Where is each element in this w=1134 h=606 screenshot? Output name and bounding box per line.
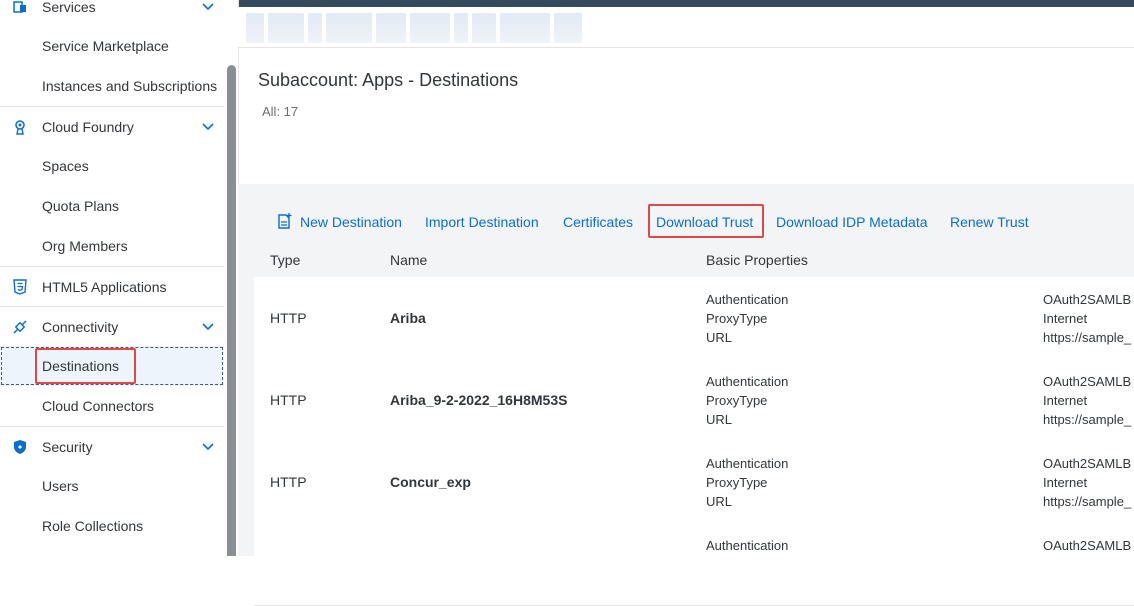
side-navigation: Services Service Marketplace Instances a… [0,0,239,556]
sidebar-item-label: Quota Plans [42,198,120,214]
new-destination-button[interactable]: New Destination [300,214,402,230]
prop-label: ProxyType [706,475,768,490]
row-name[interactable]: Concur_exp [390,474,471,490]
sidebar-item-quota-plans[interactable]: Quota Plans [0,186,224,226]
sidebar-item-connectivity[interactable]: Connectivity [0,306,224,346]
sidebar-item-label: Security [42,439,93,455]
connectivity-icon [13,320,27,334]
renew-trust-button[interactable]: Renew Trust [950,214,1029,230]
prop-label: URL [706,412,733,427]
prop-value: OAuth2SAMLB [1043,292,1132,307]
row-property-values: OAuth2SAMLB [1043,536,1131,555]
column-header-name[interactable]: Name [390,252,427,268]
prop-value: https://sample_ [1043,330,1132,345]
row-property-labels: Authentication ProxyType URL [706,372,788,429]
cloud-foundry-icon [15,120,25,135]
row-type: HTTP [270,310,307,326]
breadcrumb [238,7,1134,48]
row-type: HTTP [270,474,307,490]
download-idp-metadata-button[interactable]: Download IDP Metadata [776,214,928,230]
prop-label: URL [706,494,733,509]
sidebar-item-instances-subscriptions[interactable]: Instances and Subscriptions [0,66,224,106]
row-property-values: OAuth2SAMLB Internet https://sample_ [1043,454,1131,511]
row-property-labels: Authentication [706,536,788,555]
prop-label: ProxyType [706,311,768,326]
sidebar-item-label: Role Collections [42,518,144,534]
table-row[interactable]: HTTP Ariba Authentication ProxyType URL … [254,277,1134,360]
column-header-type[interactable]: Type [270,252,300,268]
sidebar-item-role-collections[interactable]: Role Collections [0,506,224,546]
new-destination-icon[interactable] [276,213,293,230]
prop-value: Internet [1043,393,1088,408]
sidebar-item-label: Service Marketplace [42,38,169,54]
sidebar-item-html5-applications[interactable]: HTML5 Applications [0,266,224,306]
sidebar-item-security[interactable]: Security [0,426,224,466]
chevron-down-icon[interactable] [201,320,215,334]
page-title: Subaccount: Apps - Destinations [258,70,519,90]
row-name[interactable]: Ariba_9-2-2022_16H8M53S [390,392,567,408]
prop-label: ProxyType [706,393,768,408]
sidebar-item-label: Org Members [42,238,128,254]
row-name[interactable]: Ariba [390,310,426,326]
prop-value: https://sample_ [1043,412,1132,427]
table-row[interactable]: Authentication OAuth2SAMLB [254,523,1134,606]
prop-value: OAuth2SAMLB [1043,456,1132,471]
prop-label: Authentication [706,292,789,307]
destinations-highlight-box [35,348,136,384]
sidebar-item-users[interactable]: Users [0,466,224,506]
prop-label: Authentication [706,374,789,389]
table-row[interactable]: HTTP Concur_exp Authentication ProxyType… [254,441,1134,524]
row-property-labels: Authentication ProxyType URL [706,290,788,347]
column-header-basic-properties[interactable]: Basic Properties [706,252,808,268]
sidebar-item-cloud-foundry[interactable]: Cloud Foundry [0,106,224,146]
download-trust-highlight-box [648,204,764,238]
sidebar-item-label: Users [42,478,79,494]
prop-value: https://sample_ [1043,494,1132,509]
sidebar-item-label: Cloud Foundry [42,119,134,135]
row-property-labels: Authentication ProxyType URL [706,454,788,511]
prop-value: OAuth2SAMLB [1043,374,1132,389]
sidebar-item-label: Cloud Connectors [42,398,155,414]
table-header: Type Name Basic Properties [254,243,1134,278]
chevron-down-icon[interactable] [201,440,215,454]
row-property-values: OAuth2SAMLB Internet https://sample_ [1043,372,1131,429]
prop-value: Internet [1043,311,1088,326]
sidebar-item-service-marketplace[interactable]: Service Marketplace [0,26,224,66]
shield-icon [14,440,26,454]
row-type: HTTP [270,392,307,408]
prop-label: Authentication [706,538,789,553]
certificates-button[interactable]: Certificates [563,214,633,230]
services-icon [13,1,26,13]
blurred-breadcrumb [246,13,616,43]
sidebar-item-label: Services [42,0,96,15]
html5-icon [13,279,27,295]
sidebar-item-services[interactable]: Services [0,0,224,26]
row-property-values: OAuth2SAMLB Internet https://sample_ [1043,290,1131,347]
sidebar-item-label: Spaces [42,158,89,174]
import-destination-button[interactable]: Import Destination [425,214,539,230]
table-row[interactable]: HTTP Ariba_9-2-2022_16H8M53S Authenticat… [254,359,1134,442]
chevron-down-icon[interactable] [201,120,215,134]
sidebar-item-label: Instances and Subscriptions [42,78,218,94]
sidebar-item-label: HTML5 Applications [42,279,167,295]
prop-label: Authentication [706,456,789,471]
sidebar-scrollbar-thumb[interactable] [227,65,236,556]
sidebar-item-org-members[interactable]: Org Members [0,226,224,266]
sidebar-item-label: Connectivity [42,319,119,335]
prop-value: OAuth2SAMLB [1043,538,1132,553]
prop-label: URL [706,330,733,345]
sidebar-item-spaces[interactable]: Spaces [0,146,224,186]
chevron-down-icon[interactable] [201,0,215,14]
destination-count: All: 17 [262,104,299,119]
prop-value: Internet [1043,475,1088,490]
sidebar-item-cloud-connectors[interactable]: Cloud Connectors [0,386,224,426]
